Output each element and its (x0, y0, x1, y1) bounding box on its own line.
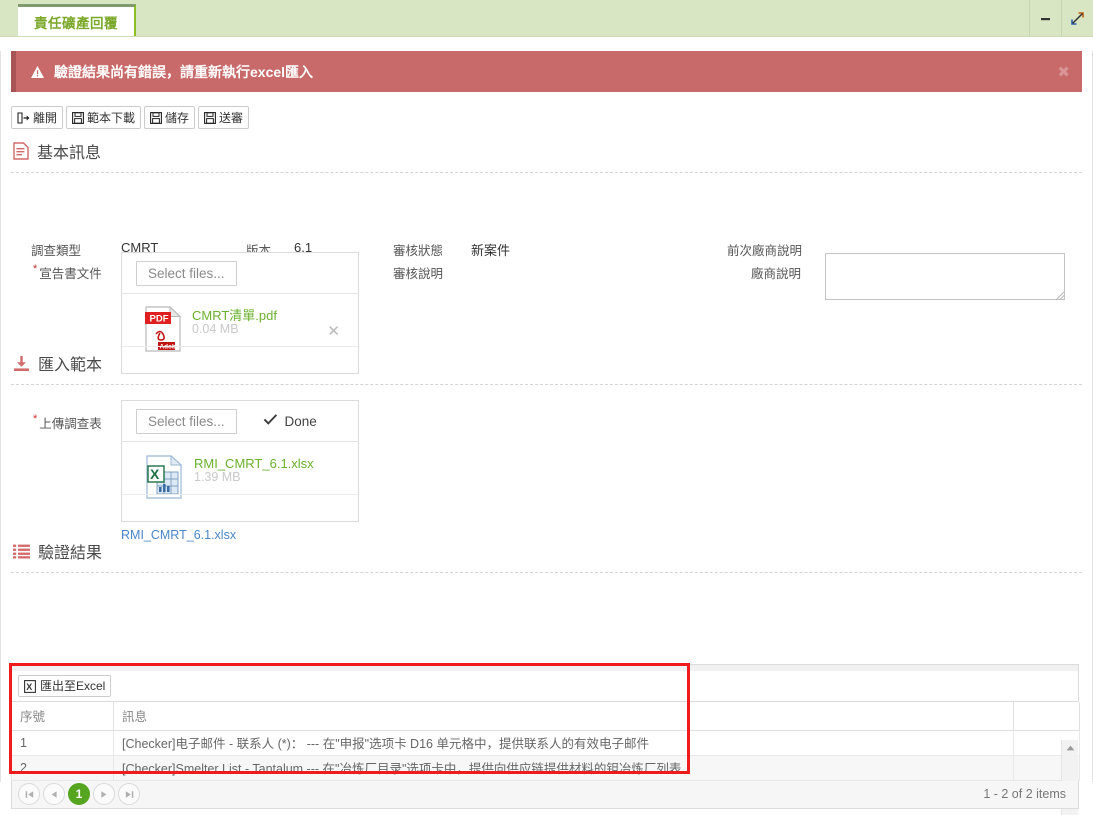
section-basic-info-header: 基本訊息 (13, 139, 1092, 163)
file-meta: RMI_CMRT_6.1.xlsx 1.39 MB (194, 454, 314, 484)
cell-seq: 1 (11, 730, 114, 756)
upload-footer (122, 494, 358, 503)
save-disk-icon (150, 111, 162, 124)
svg-text:X: X (26, 682, 32, 692)
check-icon (263, 413, 278, 429)
error-alert: 驗證結果尚有錯誤，請重新執行excel匯入 ✖ (11, 51, 1082, 92)
download-icon (13, 355, 30, 372)
table-row[interactable]: 2 [Checker]Smelter List - Tantalum --- 在… (11, 755, 1080, 781)
exit-button[interactable]: 離開 (11, 106, 64, 129)
scroll-up-icon[interactable] (1064, 742, 1076, 754)
section-basic-info-title: 基本訊息 (37, 145, 102, 162)
pager-next-button[interactable] (93, 783, 115, 805)
alert-message: 驗證結果尚有錯誤，請重新執行excel匯入 (54, 63, 314, 80)
validation-grid: X 匯出至Excel 序號 訊息 1 [Checker]电子邮件 - 联系人 (… (11, 664, 1080, 815)
warning-triangle-icon (30, 65, 45, 79)
select-files-button[interactable]: Select files... (136, 260, 237, 286)
declaration-file-list: PDF Adobe CMRT清單.pdf 0.04 MB ✕ (122, 294, 358, 355)
pagination-info: 1 - 2 of 2 items (983, 787, 1066, 801)
submit-review-label: 送審 (219, 110, 244, 125)
document-icon (13, 142, 29, 160)
upload-survey-label: 上傳調查表 (33, 413, 102, 432)
export-to-excel-label: 匯出至Excel (40, 679, 106, 693)
file-size: 0.04 MB (192, 321, 239, 336)
upload-status: Done (263, 413, 317, 429)
save-disk-icon (72, 111, 84, 124)
import-template-form: 上傳調查表 Select files... Done (1, 395, 1092, 545)
table-row[interactable]: 1 [Checker]电子邮件 - 联系人 (*)： --- 在"申报"选项卡 … (11, 730, 1080, 756)
column-header-message[interactable]: 訊息 (113, 702, 1014, 731)
close-icon[interactable]: ✖ (1057, 63, 1070, 81)
file-meta: CMRT清單.pdf 0.04 MB (192, 306, 277, 336)
save-button-label: 儲存 (165, 110, 190, 125)
vendor-note-textarea[interactable] (825, 253, 1065, 300)
survey-file-list: X RMI_CMRT_6.1.xlsx 1.39 MB (122, 442, 358, 503)
file-size: 1.39 MB (194, 469, 241, 484)
window-controls (1029, 0, 1093, 36)
prev-vendor-note-label: 前次廠商說明 (727, 244, 803, 258)
pager-page-1[interactable]: 1 (68, 783, 90, 805)
page-content: 驗證結果尚有錯誤，請重新執行excel匯入 ✖ 離開 範本下載 儲存 送審 基本… (0, 51, 1093, 815)
section-import-template-title: 匯入範本 (38, 357, 103, 374)
survey-upload-header: Select files... Done (122, 401, 358, 442)
review-note-label: 審核說明 (393, 267, 444, 281)
tab-strip: 責任礦產回覆 (0, 0, 1093, 37)
divider (11, 384, 1082, 385)
pager-last-button[interactable] (118, 783, 140, 805)
review-status-label: 審核狀態 (393, 244, 444, 258)
basic-info-form: 調查類型 CMRT 版本 6.1 宣告書文件 Select files... (1, 187, 1092, 374)
application-window: 責任礦產回覆 驗證結果尚有錯誤，請重新執行excel匯入 ✖ 離開 範本下載 儲… (0, 0, 1093, 815)
tab-label: 責任礦產回覆 (34, 15, 118, 31)
pagination-bar: 1 1 - 2 of 2 items (11, 780, 1079, 809)
exit-icon (17, 111, 30, 124)
validation-table: 序號 訊息 1 [Checker]电子邮件 - 联系人 (*)： --- 在"申… (11, 702, 1080, 781)
column-header-seq[interactable]: 序號 (11, 702, 114, 731)
survey-type-label: 調查類型 (31, 244, 82, 258)
grid-body: 序號 訊息 1 [Checker]电子邮件 - 联系人 (*)： --- 在"申… (11, 702, 1080, 815)
table-header-row: 序號 訊息 (11, 702, 1080, 731)
pager-first-button[interactable] (18, 783, 40, 805)
grid-toolbar: X 匯出至Excel (11, 671, 1079, 702)
action-toolbar: 離開 範本下載 儲存 送審 (11, 106, 1092, 129)
column-header-blank (1013, 702, 1080, 731)
submit-review-button[interactable]: 送審 (198, 106, 250, 129)
grid-drag-bar (11, 664, 1079, 671)
select-files-button[interactable]: Select files... (136, 408, 237, 434)
pager-prev-button[interactable] (43, 783, 65, 805)
template-download-button[interactable]: 範本下載 (66, 106, 142, 129)
declaration-upload-header: Select files... (122, 253, 358, 294)
list-icon (13, 544, 30, 559)
minimize-icon[interactable] (1029, 0, 1061, 36)
exit-button-label: 離開 (33, 110, 58, 125)
review-status-value: 新案件 (471, 243, 511, 258)
cell-message: [Checker]电子邮件 - 联系人 (*)： --- 在"申报"选项卡 D1… (113, 730, 1014, 756)
divider (11, 172, 1082, 173)
cell-message: [Checker]Smelter List - Tantalum --- 在"冶… (113, 755, 1014, 781)
upload-footer (122, 346, 358, 355)
upload-status-label: Done (284, 413, 317, 429)
expand-icon[interactable] (1061, 0, 1093, 36)
excel-icon: X (24, 679, 36, 693)
declaration-file-label: 宣告書文件 (33, 263, 102, 282)
template-file-link[interactable]: RMI_CMRT_6.1.xlsx (121, 528, 236, 542)
declaration-upload-widget[interactable]: Select files... PDF Adobe CMRT清單.pdf 0.0… (121, 252, 359, 374)
template-download-label: 範本下載 (87, 110, 136, 125)
tab-responsible-minerals[interactable]: 責任礦產回覆 (18, 4, 136, 36)
remove-file-icon[interactable]: ✕ (327, 322, 340, 340)
save-disk-icon (204, 111, 216, 124)
cell-seq: 2 (11, 755, 114, 781)
svg-text:X: X (150, 466, 160, 482)
svg-text:PDF: PDF (150, 314, 169, 325)
divider (11, 572, 1082, 573)
survey-upload-widget[interactable]: Select files... Done X RMI_CMRT_6.1.xlsx… (121, 400, 359, 522)
export-to-excel-button[interactable]: X 匯出至Excel (18, 675, 112, 697)
save-button[interactable]: 儲存 (144, 106, 196, 129)
vendor-note-label: 廠商說明 (751, 267, 802, 281)
